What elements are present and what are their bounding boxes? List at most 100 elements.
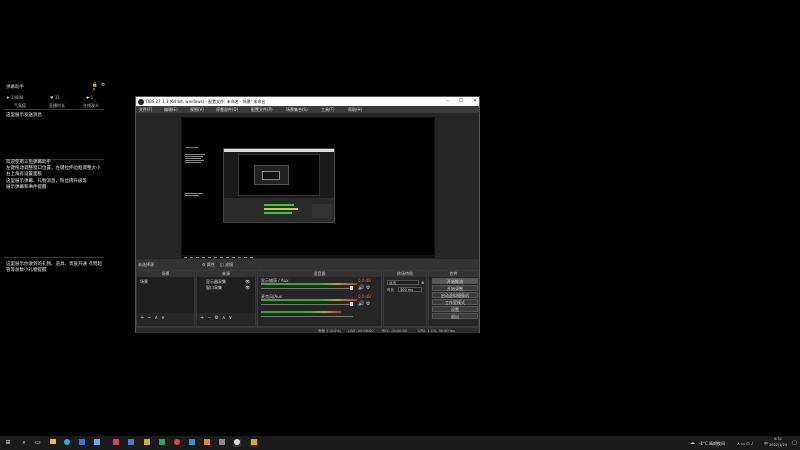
start-streaming-button[interactable]: 开始推流 [432, 278, 478, 284]
weather-text[interactable]: -1°C 晴朗夜间 [699, 441, 725, 447]
gear-icon[interactable]: ⚙ [214, 315, 218, 321]
transition-select[interactable]: 淡出 [387, 280, 419, 285]
nested-meter [264, 204, 294, 206]
duration-input[interactable]: 300 ms [398, 287, 422, 292]
cpu-fps: CPU: 1.1%, 30.00 fps [418, 329, 455, 333]
clock-time[interactable]: 0:32 [774, 437, 782, 441]
rec-time: REC: 00:00:00 [382, 329, 408, 333]
slider-knob[interactable] [350, 302, 353, 306]
list-item[interactable]: 场景 [140, 279, 148, 285]
dock-header: 混音器 [258, 271, 381, 277]
search-icon[interactable]: ⌕ [20, 439, 28, 447]
divider [4, 257, 104, 258]
tray-icons[interactable]: ∧ ▭ ⊡ ♪ [737, 441, 753, 446]
settings-button[interactable]: 设置 [432, 306, 478, 312]
nested-controls [312, 204, 332, 218]
nested-obs-preview [223, 148, 335, 223]
up-icon[interactable]: ∧ [154, 315, 158, 321]
docks-area: 场景 场景 + − ∧ ∨ 来源 显示器采集 窗口采集 👁 👁 + − ⚙ ∧ ∨ 混音器 [136, 270, 479, 327]
add-icon[interactable]: + [200, 315, 204, 321]
app-icon[interactable] [250, 439, 258, 447]
volume-slider[interactable] [261, 304, 353, 305]
edge-icon[interactable] [63, 439, 71, 447]
menu-bar: 文件(F) 编辑(E) 视图(V) 停靠部件(D) 配置文件(P) 场景集合(S… [136, 106, 479, 113]
app-icon[interactable] [78, 439, 86, 447]
danmaku-panel: 弹幕助手 🔒 ⚙ ✕ ♦ 14808 ♥ 31 ✚ 1 气氛值 直播时长 在线观… [0, 82, 112, 302]
close-icon[interactable]: ✕ [473, 98, 477, 104]
app-icon[interactable] [127, 439, 135, 447]
scene-list: 场景 [137, 277, 194, 313]
list-item[interactable]: 窗口采集 [206, 285, 222, 291]
weather-icon[interactable]: ☁ [690, 440, 695, 446]
nested-preview-canvas [238, 154, 320, 196]
eye-icon[interactable]: 👁 [245, 279, 250, 284]
studio-mode-button[interactable]: 工作室模式 [432, 299, 478, 305]
nested-title-bar [224, 149, 334, 152]
speaker-icon[interactable]: 🔊 ⚙ [358, 285, 370, 291]
exit-button[interactable]: 退出 [432, 313, 478, 319]
app-icon[interactable] [143, 439, 151, 447]
track-db: 0.0 dB [358, 278, 371, 283]
start-virtual-camera-button[interactable]: 启动虚拟摄像机 [432, 292, 478, 298]
start-recording-button[interactable]: 开始录制 [432, 285, 478, 291]
source-list: 显示器采集 窗口采集 👁 👁 [197, 277, 255, 313]
obs-taskbar-icon[interactable] [233, 439, 241, 447]
task-view-icon[interactable]: ▭ [34, 439, 42, 447]
message-area-2: 欢迎使用斗鱼弹幕助手 左键拖动调整窗口位置，左键拉伸边框调整大小 右上角有设置面… [6, 160, 101, 190]
maximize-icon[interactable]: ☐ [459, 98, 463, 104]
notification-icon[interactable]: ▢ [792, 440, 797, 446]
app-icon[interactable] [112, 439, 120, 447]
speaker-icon[interactable]: 🔊 ⚙ [358, 301, 370, 307]
nested-docks [224, 198, 334, 222]
app-icon[interactable] [93, 439, 101, 447]
up-icon[interactable]: ∧ [222, 315, 226, 321]
diamond-icon: ♦ [6, 95, 10, 100]
title-bar[interactable]: OBS 27.1.3 (64 bit, windows) - 配置文件: 未命名… [136, 97, 479, 106]
close-icon[interactable]: ✕ [92, 88, 96, 93]
stat-item: ♥ 31 [50, 95, 60, 100]
controls-dock: 控件 开始推流 开始录制 启动虚拟摄像机 工作室模式 设置 退出 [428, 270, 479, 327]
properties-button[interactable]: ⚙ 属性 [202, 262, 215, 268]
mixer-dock: 混音器 显示捕获 / Aux 0.0 dB 🔊 ⚙ 麦克风/Aux 0.0 dB… [257, 270, 382, 327]
plus-icon: ✚ [86, 95, 90, 100]
track-db: 0.0 dB [358, 294, 371, 299]
duration-label: 时长 [387, 288, 394, 292]
filters-button[interactable]: ◫ 滤镜 [220, 262, 233, 268]
divider [4, 109, 104, 110]
down-icon[interactable]: ∨ [161, 315, 165, 321]
taskbar: ⊞ ⌕ ▭ ☁ -1°C 晴朗夜间 ∧ ▭ ⊡ ♪ 中 0:32 2022/1/… [0, 436, 800, 450]
message-area-3: 这里展示你收到的礼物、道具、贵族开通 点赞超管等总数小礼物提醒 [6, 262, 102, 274]
nested-window-inner [262, 171, 280, 180]
app-icon[interactable] [188, 439, 196, 447]
remove-icon[interactable]: − [207, 315, 211, 321]
eye-icon[interactable]: 👁 [245, 285, 250, 290]
volume-slider[interactable] [261, 316, 353, 317]
explorer-icon[interactable] [49, 439, 57, 447]
windows-start-icon[interactable]: ⊞ [4, 439, 12, 447]
clock-date[interactable]: 2022/1/23 [769, 443, 787, 447]
volume-slider[interactable] [261, 288, 353, 289]
add-icon[interactable]: + [140, 315, 144, 321]
preview-canvas[interactable] [181, 117, 435, 259]
minimize-icon[interactable]: – [447, 98, 450, 104]
down-icon[interactable]: ∨ [229, 315, 233, 321]
volume-meter [261, 299, 357, 301]
slider-knob[interactable] [350, 286, 353, 290]
panel-controls: 🔒 ⚙ ✕ [90, 83, 112, 93]
app-icon[interactable] [173, 439, 181, 447]
add-icon[interactable]: ⊕ [421, 280, 424, 285]
nested-window [254, 165, 289, 185]
app-icon[interactable] [218, 439, 226, 447]
scenes-dock: 场景 场景 + − ∧ ∨ [136, 270, 195, 327]
nested-meter [264, 208, 298, 210]
remove-icon[interactable]: − [147, 315, 151, 321]
ime-indicator[interactable]: 中 [764, 441, 768, 447]
stat-item: ♦ 14808 [6, 95, 24, 100]
volume-meter [261, 283, 357, 285]
gear-icon[interactable]: ⚙ [101, 83, 105, 88]
heart-icon: ♥ [50, 95, 54, 100]
nested-panel-text [185, 146, 205, 197]
volume-meter [261, 311, 341, 313]
app-icon[interactable] [158, 439, 166, 447]
app-icon[interactable] [203, 439, 211, 447]
